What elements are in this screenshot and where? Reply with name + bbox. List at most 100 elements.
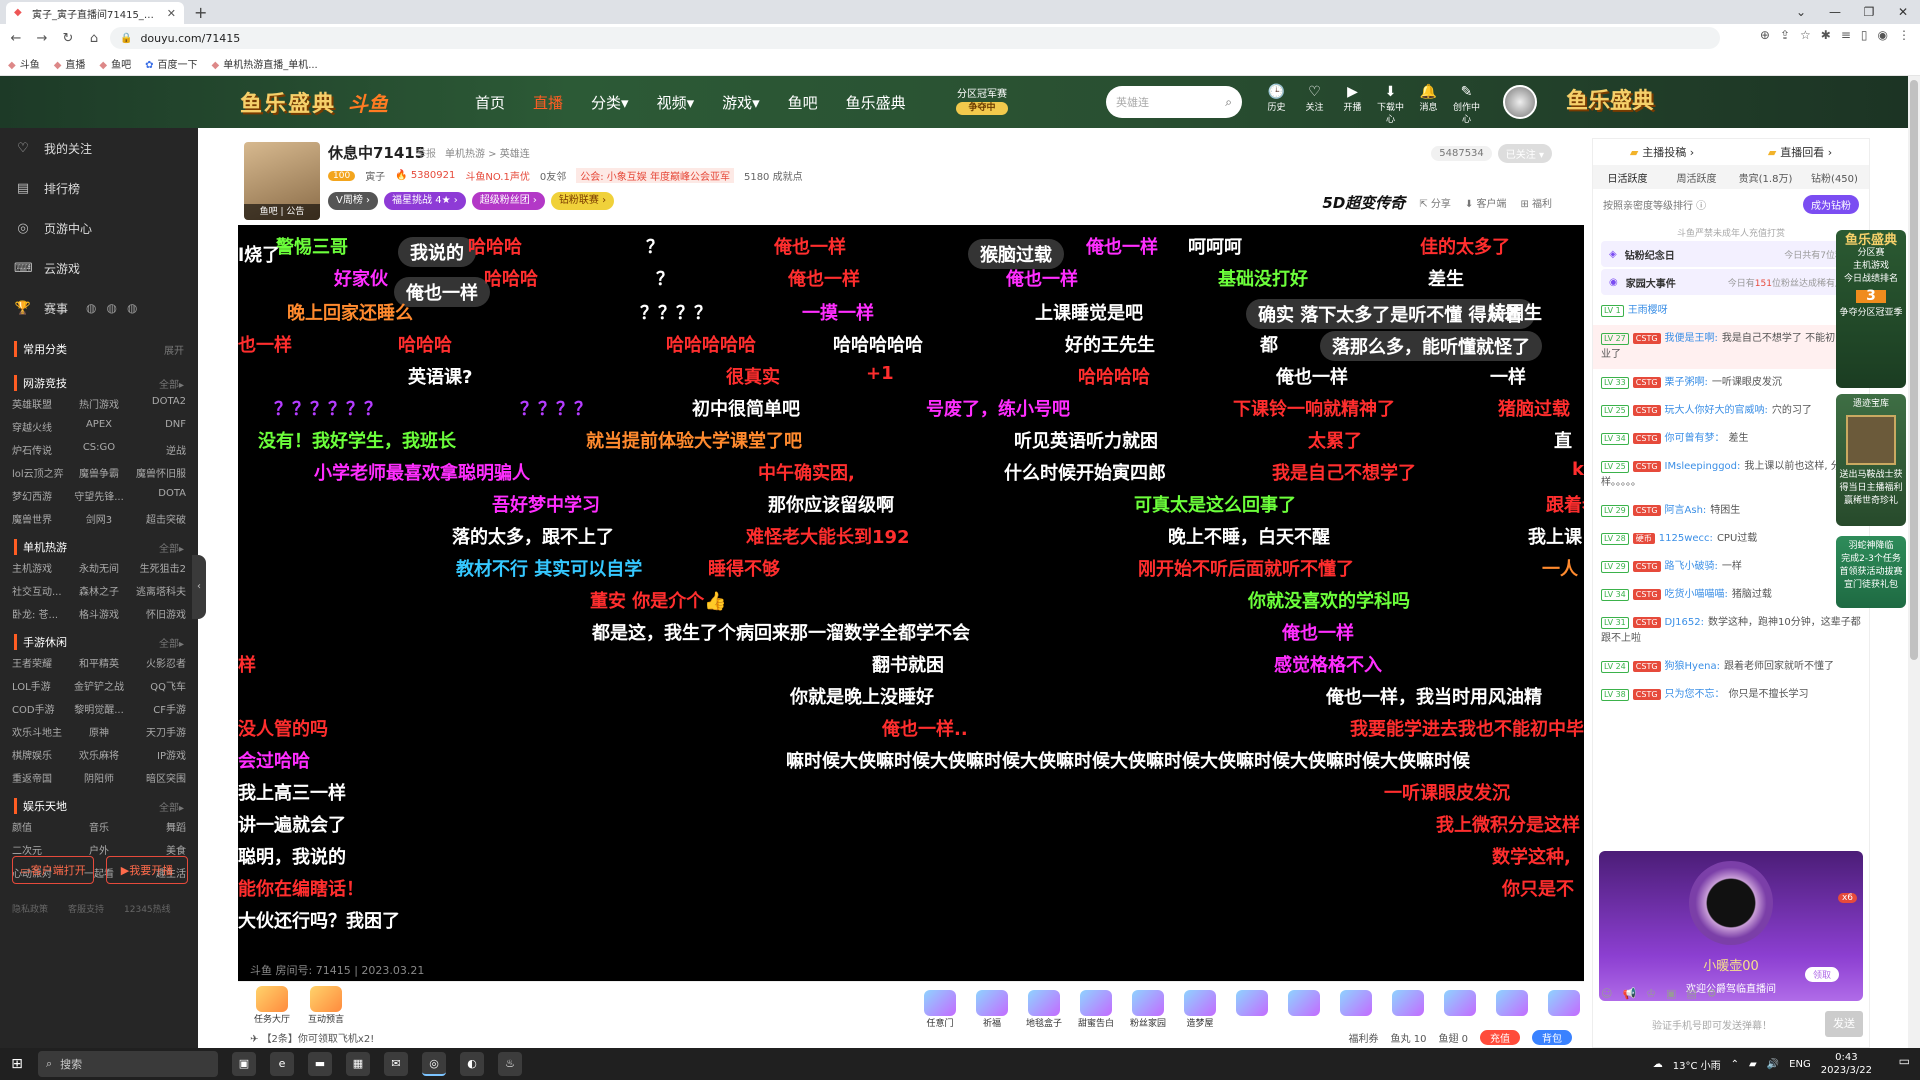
category-link[interactable]: 王者荣耀 [12, 655, 70, 670]
video-player[interactable]: 斗鱼 房间号: 71415 | 2023.03.21 l烧了 警惕三哥 我说的 哈哈哈… [238, 225, 1584, 981]
bookmark-item[interactable]: ◆ 鱼吧 [99, 56, 131, 71]
category-link[interactable]: 格斗游戏 [70, 606, 128, 621]
category-link[interactable]: 和平精英 [70, 655, 128, 670]
volume-icon[interactable]: 🔊 [1767, 1059, 1779, 1070]
chat-username[interactable]: 吃货小喵喵喵: [1665, 589, 1728, 600]
user-avatar[interactable] [1503, 85, 1537, 119]
bookmark-item[interactable]: ◆ 单机热游直播_单机... [212, 56, 318, 71]
nav-item[interactable]: 分类▾ [591, 92, 629, 113]
category-link[interactable]: 逆战 [128, 442, 186, 457]
nav-item[interactable]: 首页 [475, 92, 505, 113]
category-link[interactable]: 剑网3 [70, 511, 128, 526]
anchor-submission-link[interactable]: ▰ 主播投稿 › [1630, 144, 1694, 160]
chat-username[interactable]: 玩大人你好大的官威呐: [1665, 405, 1768, 416]
streamer-avatar[interactable]: 鱼吧 | 公告 [244, 142, 320, 220]
gift-item[interactable] [1438, 990, 1482, 1030]
bookmark-item[interactable]: ◆ 直播 [54, 56, 86, 71]
category-link[interactable]: 暗区突围 [128, 770, 186, 785]
gift-item[interactable] [1542, 990, 1586, 1030]
fan-badge[interactable]: CSTG [1632, 589, 1661, 600]
fan-badge[interactable]: CSTG [1632, 505, 1661, 516]
windows-start-icon[interactable]: ⊞ [0, 1056, 34, 1072]
category-link[interactable]: 黎明觉醒... [70, 701, 128, 716]
category-link[interactable]: 欢乐斗地主 [12, 724, 70, 739]
category-link[interactable]: 生死狙击2 [128, 560, 186, 575]
header-heart-button[interactable]: ♡ 关注 [1300, 82, 1329, 126]
rank-badge[interactable]: 斗鱼NO.1声优 [465, 168, 530, 183]
category-link[interactable]: LOL手游 [12, 678, 70, 693]
category-link[interactable]: 卧龙: 苍... [12, 606, 70, 621]
notification-icon[interactable]: ▭ [1899, 1054, 1910, 1068]
weather-icon[interactable]: ☁ [1653, 1059, 1663, 1070]
category-link[interactable]: 魔兽怀旧服 [128, 465, 186, 480]
category-link[interactable]: 欢乐麻将 [70, 747, 128, 762]
star-icon[interactable]: ☆ [1800, 28, 1811, 42]
category-link[interactable]: 魔兽争霸 [70, 465, 128, 480]
menu-icon[interactable]: ⋮ [1898, 28, 1910, 42]
header-bell-button[interactable]: 🔔 消息 [1414, 82, 1443, 126]
report-link[interactable]: 举报 [416, 145, 436, 160]
gift-item[interactable] [1490, 990, 1534, 1030]
category-link[interactable]: 美食 [128, 842, 186, 857]
store-icon[interactable]: ▦ [346, 1052, 370, 1076]
home-event-notice[interactable]: ◉ 家园大事件 今日有151位粉丝达成稀有成就 [1601, 269, 1861, 295]
close-tab-icon[interactable]: ✕ [167, 7, 176, 20]
category-link[interactable]: 主机游戏 [12, 560, 70, 575]
category-more-link[interactable]: 全部▸ [159, 540, 184, 555]
guild-info[interactable]: 公会: 小象互娱 年度巅峰公会亚军 [576, 168, 734, 183]
category-link[interactable]: 音乐 [70, 819, 128, 834]
settings-icon[interactable]: ⚙ [1707, 987, 1717, 1000]
kpl-logo-icon[interactable]: ◍ [107, 301, 117, 315]
category-link[interactable]: 逃离塔科夫 [128, 583, 186, 598]
forward-icon[interactable]: → [32, 31, 52, 46]
chat-username[interactable]: 王雨樱呀 [1628, 305, 1668, 316]
category-link[interactable]: 穿越火线 [12, 419, 70, 434]
task-hall-button[interactable]: 任务大厅 [250, 986, 294, 1026]
chat-username[interactable]: 我便是王啊: [1665, 333, 1718, 344]
new-tab-icon[interactable]: + [194, 3, 207, 22]
nav-item[interactable]: 直播 [533, 92, 563, 113]
site-logo[interactable]: 鱼乐盛典 斗鱼 [240, 82, 435, 122]
reading-list-icon[interactable]: ≡ [1841, 28, 1851, 42]
fan-badge[interactable]: CSTG [1632, 333, 1661, 344]
expand-link[interactable]: 展开 [164, 342, 184, 357]
color-icon[interactable]: ▣ [1666, 987, 1676, 1000]
badge-icon[interactable]: ♔ [1646, 987, 1656, 1000]
megaphone-icon[interactable]: 📢 [1622, 987, 1636, 1000]
chat-username[interactable]: IMsleepinggod: [1665, 461, 1741, 472]
super-fans-tag[interactable]: 超级粉丝团 › [471, 192, 545, 210]
sidebar-collapse-handle[interactable]: ‹ [192, 555, 206, 619]
gift-item[interactable] [1282, 990, 1326, 1030]
nav-item[interactable]: 鱼吧 [788, 92, 818, 113]
network-icon[interactable]: ▰ [1749, 1059, 1757, 1070]
fan-badge[interactable]: CSTG [1632, 561, 1661, 572]
minimize-icon[interactable]: — [1818, 0, 1852, 24]
tab-vip[interactable]: 贵宾(1.8万) [1731, 170, 1800, 185]
emoji-icon[interactable]: ☺ [1601, 987, 1612, 1000]
tab-weekly-activity[interactable]: 周活跃度 [1662, 170, 1731, 185]
category-link[interactable]: 金铲铲之战 [70, 678, 128, 693]
scrollbar-thumb[interactable] [1910, 80, 1918, 660]
reload-icon[interactable]: ↻ [58, 31, 78, 46]
tab-search-icon[interactable]: ⌄ [1784, 0, 1818, 24]
file-explorer-icon[interactable]: ▬ [308, 1052, 332, 1076]
close-window-icon[interactable]: ✕ [1886, 0, 1920, 24]
replay-link[interactable]: ▰ 直播回看 › [1768, 144, 1832, 160]
weather-text[interactable]: 13°C 小雨 [1673, 1057, 1721, 1072]
support-link[interactable]: 客服支持 [68, 902, 104, 915]
category-more-link[interactable]: 全部▸ [159, 635, 184, 650]
nav-item[interactable]: 视频▾ [657, 92, 695, 113]
privacy-link[interactable]: 隐私政策 [12, 902, 48, 915]
activity-button[interactable]: 祈福 [970, 990, 1014, 1030]
url-field[interactable]: 🔒 douyu.com/71415 [110, 27, 1720, 49]
category-link[interactable]: 森林之子 [70, 583, 128, 598]
category-link[interactable]: 永劫无间 [70, 560, 128, 575]
category-link[interactable]: lol云顶之弈 [12, 465, 70, 480]
header-camera-button[interactable]: ▶ 开播 [1338, 82, 1367, 126]
become-fan-button[interactable]: 成为钻粉 [1803, 195, 1859, 214]
search-input[interactable]: 英雄连 ⌕ [1106, 86, 1242, 118]
tab-daily-activity[interactable]: 日活跃度 [1593, 170, 1662, 185]
sidebar-item[interactable]: ▤ 排行榜 [0, 168, 198, 208]
streamer-name[interactable]: 寅子 [365, 168, 385, 183]
browser-tab[interactable]: ◆ 寅子_寅子直播间71415_主机游戏 ✕ [6, 2, 184, 24]
